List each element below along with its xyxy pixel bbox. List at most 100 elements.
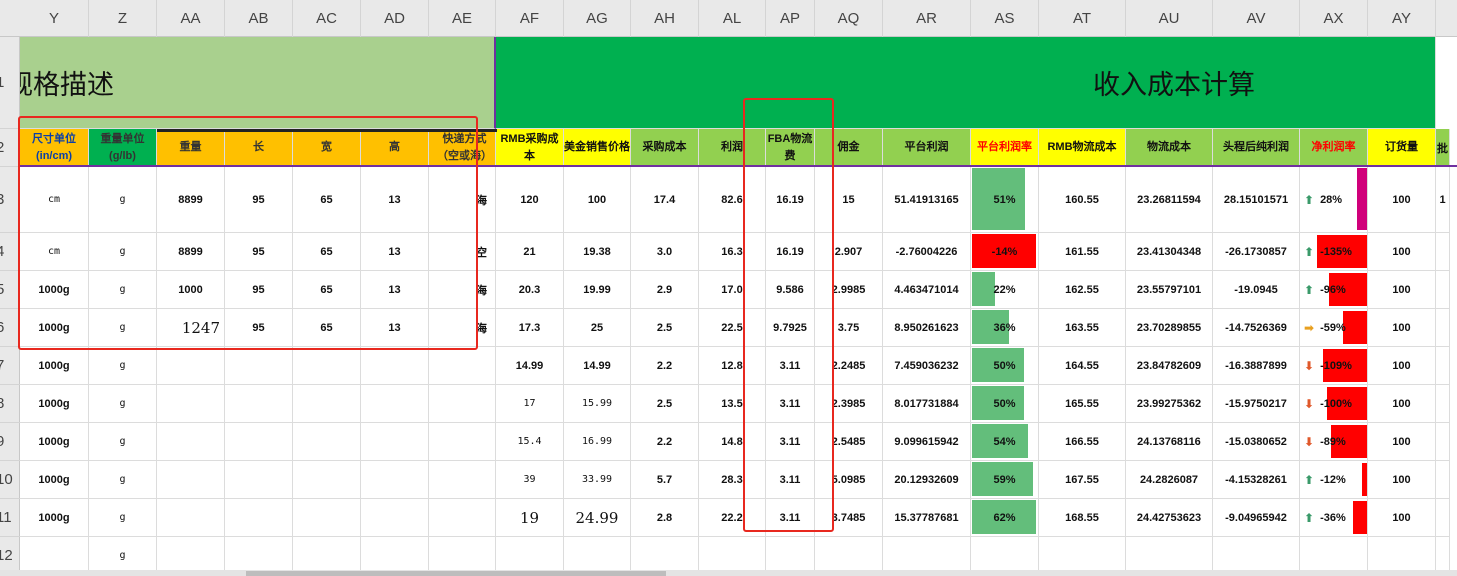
row-header-11[interactable]: 11 [0, 499, 20, 537]
cell-wid[interactable] [293, 347, 361, 385]
cell-pc[interactable]: 5.7 [631, 461, 699, 499]
cell-ship[interactable] [429, 499, 496, 537]
cell-usd[interactable]: 14.99 [564, 347, 631, 385]
cell-platform-margin[interactable]: 50% [971, 347, 1039, 385]
cell-platform-margin[interactable]: 22% [971, 271, 1039, 309]
cell-wu[interactable]: g [89, 385, 157, 423]
cell-usd[interactable]: 19.38 [564, 233, 631, 271]
cell-oq[interactable]: 100 [1368, 309, 1436, 347]
cell-rl[interactable]: 166.55 [1039, 423, 1126, 461]
column-header-as[interactable]: AS [971, 0, 1039, 37]
cell-net-margin[interactable]: ➡ -59% [1300, 309, 1368, 347]
cell-ship[interactable] [429, 423, 496, 461]
cell-lc[interactable]: 23.99275362 [1126, 385, 1213, 423]
cell-last[interactable] [1436, 499, 1450, 537]
cell-last[interactable] [1436, 271, 1450, 309]
cell-hgt[interactable] [361, 347, 429, 385]
cell-oq[interactable]: 100 [1368, 461, 1436, 499]
header-platform-profit[interactable]: 平台利润 [883, 129, 971, 167]
cell-size[interactable]: 1000g [20, 347, 89, 385]
cell-rl[interactable]: 167.55 [1039, 461, 1126, 499]
cell-len[interactable] [225, 461, 293, 499]
header-net-after-head[interactable]: 头程后纯利润 [1213, 129, 1300, 167]
cell-wid[interactable] [293, 499, 361, 537]
cell-usd[interactable]: 19.99 [564, 271, 631, 309]
cell-rmb[interactable]: 17 [496, 385, 564, 423]
cell-ship[interactable] [429, 347, 496, 385]
cell-nh[interactable]: -19.0945 [1213, 271, 1300, 309]
cell-len[interactable] [225, 423, 293, 461]
cell-size[interactable]: 1000g [20, 499, 89, 537]
cell-len[interactable] [225, 499, 293, 537]
cell-weight[interactable] [157, 423, 225, 461]
cell-last[interactable] [1436, 309, 1450, 347]
cell-rmb[interactable]: 21 [496, 233, 564, 271]
cell-rl[interactable]: 161.55 [1039, 233, 1126, 271]
cell-pp[interactable]: 7.459036232 [883, 347, 971, 385]
cell-platform-margin[interactable]: 62% [971, 499, 1039, 537]
cell-len[interactable] [225, 385, 293, 423]
column-header-ac[interactable]: AC [293, 0, 361, 37]
cell-lc[interactable]: 23.70289855 [1126, 309, 1213, 347]
cell-nh[interactable]: -26.1730857 [1213, 233, 1300, 271]
cell-rmb[interactable]: 39 [496, 461, 564, 499]
scrollbar-thumb[interactable] [246, 571, 666, 576]
cell-pp[interactable]: 15.37787681 [883, 499, 971, 537]
cell-lc[interactable]: 24.42753623 [1126, 499, 1213, 537]
cell-rl[interactable]: 162.55 [1039, 271, 1126, 309]
row-header-2[interactable]: 2 [0, 129, 20, 167]
row-header-7[interactable]: 7 [0, 347, 20, 385]
cell-pp[interactable]: 8.017731884 [883, 385, 971, 423]
cell-pc[interactable]: 3.0 [631, 233, 699, 271]
horizontal-scrollbar[interactable] [0, 570, 1457, 576]
column-header-al[interactable]: AL [699, 0, 766, 37]
cell-rl[interactable]: 165.55 [1039, 385, 1126, 423]
cell-pc[interactable]: 2.9 [631, 271, 699, 309]
cell-size[interactable]: 1000g [20, 423, 89, 461]
cell-platform-margin[interactable]: 54% [971, 423, 1039, 461]
cell-last[interactable] [1436, 461, 1450, 499]
cell-rl[interactable]: 160.55 [1039, 167, 1126, 233]
cell-pc[interactable]: 2.2 [631, 347, 699, 385]
cell-oq[interactable]: 100 [1368, 167, 1436, 233]
cell-usd[interactable]: 25 [564, 309, 631, 347]
cell-nh[interactable]: 28.15101571 [1213, 167, 1300, 233]
column-header-ag[interactable]: AG [564, 0, 631, 37]
column-header-au[interactable]: AU [1126, 0, 1213, 37]
cell-net-margin[interactable]: ⬆ -135% [1300, 233, 1368, 271]
cell-weight[interactable] [157, 461, 225, 499]
header-last[interactable]: 批 [1436, 129, 1450, 167]
cell-wu[interactable]: g [89, 347, 157, 385]
cell-nh[interactable]: -9.04965942 [1213, 499, 1300, 537]
cell-rmb[interactable]: 19 [496, 499, 564, 537]
cell-usd[interactable]: 15.99 [564, 385, 631, 423]
cell-pc[interactable]: 2.2 [631, 423, 699, 461]
cell-lc[interactable]: 23.55797101 [1126, 271, 1213, 309]
row-header-10[interactable]: 10 [0, 461, 20, 499]
cell-oq[interactable]: 100 [1368, 499, 1436, 537]
cell-last[interactable]: 1 [1436, 167, 1450, 233]
cell-oq[interactable]: 100 [1368, 347, 1436, 385]
cell-nh[interactable]: -4.15328261 [1213, 461, 1300, 499]
cell-wu[interactable]: g [89, 461, 157, 499]
column-header-ax[interactable]: AX [1300, 0, 1368, 37]
cell-lc[interactable]: 23.41304348 [1126, 233, 1213, 271]
header-order-qty[interactable]: 订货量 [1368, 129, 1436, 167]
cell-net-margin[interactable]: ⬇ -100% [1300, 385, 1368, 423]
cell-platform-margin[interactable]: 51% [971, 167, 1039, 233]
cell-rmb[interactable]: 20.3 [496, 271, 564, 309]
cell-wid[interactable] [293, 385, 361, 423]
cell-oq[interactable]: 100 [1368, 385, 1436, 423]
header-rmb-logistics[interactable]: RMB物流成本 [1039, 129, 1126, 167]
cell-platform-margin[interactable]: 50% [971, 385, 1039, 423]
cell-pc[interactable]: 17.4 [631, 167, 699, 233]
cell-hgt[interactable] [361, 499, 429, 537]
cell-weight[interactable] [157, 347, 225, 385]
column-header-aa[interactable]: AA [157, 0, 225, 37]
cell-wid[interactable] [293, 461, 361, 499]
cell-lc[interactable]: 23.26811594 [1126, 167, 1213, 233]
cell-hgt[interactable] [361, 461, 429, 499]
column-header-aq[interactable]: AQ [815, 0, 883, 37]
cell-hgt[interactable] [361, 385, 429, 423]
row-header-6[interactable]: 6 [0, 309, 20, 347]
